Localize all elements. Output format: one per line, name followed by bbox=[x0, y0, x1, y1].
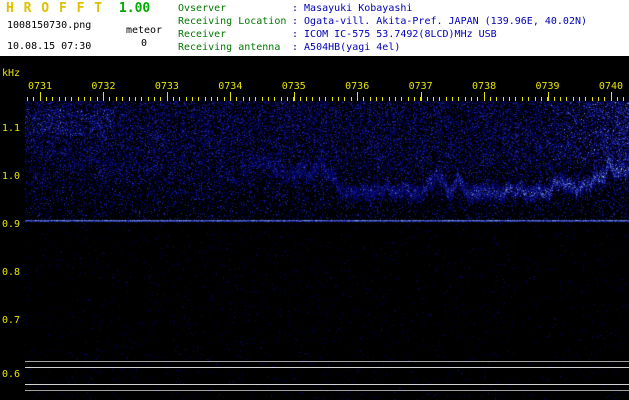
freq-tick-label: 1.1 bbox=[2, 123, 21, 134]
hrofft-screen: H R O F F T 1.00 1008150730.png meteor 0… bbox=[0, 0, 629, 400]
info-value: : ICOM IC-575 53.7492(8LCD)MHz USB bbox=[292, 29, 497, 40]
record-timestamp: 10.08.15 07:30 bbox=[7, 41, 92, 52]
info-row-antenna: Receiving antenna : A504HB(yagi 4el) bbox=[178, 41, 587, 54]
spectrogram-canvas bbox=[0, 56, 629, 400]
level-baseline bbox=[25, 361, 629, 362]
meteor-counter-label: meteor bbox=[125, 25, 163, 36]
app-logo: H R O F F T 1.00 bbox=[6, 1, 150, 16]
level-baseline bbox=[25, 384, 629, 385]
freq-tick-label: 0.9 bbox=[2, 219, 21, 230]
level-baseline bbox=[25, 367, 629, 368]
header-bar: H R O F F T 1.00 1008150730.png meteor 0… bbox=[0, 0, 629, 56]
output-filename: 1008150730.png bbox=[7, 20, 92, 31]
app-version: 1.00 bbox=[118, 1, 151, 16]
info-value: : Ogata-vill. Akita-Pref. JAPAN (139.96E… bbox=[292, 16, 588, 27]
info-value: : A504HB(yagi 4el) bbox=[292, 42, 401, 53]
freq-tick-label: 0.6 bbox=[2, 369, 21, 380]
freq-tick-label: 0.8 bbox=[2, 267, 21, 278]
info-row-observer: Ovserver : Masayuki Kobayashi bbox=[178, 2, 587, 15]
app-title: H R O F F T bbox=[6, 1, 104, 16]
level-baseline bbox=[25, 390, 629, 391]
freq-tick-label: 1.0 bbox=[2, 171, 21, 182]
info-label: Receiving Location bbox=[178, 16, 287, 27]
info-label: Receiver bbox=[178, 29, 227, 40]
station-info: Ovserver : Masayuki Kobayashi Receiving L… bbox=[178, 2, 587, 54]
meteor-counter-value: 0 bbox=[140, 38, 148, 49]
freq-tick-label: 0.7 bbox=[2, 315, 21, 326]
spectrogram-plot: kHz 1.1 1.0 0.9 0.8 0.7 0.6 0731 0732 07… bbox=[0, 56, 629, 400]
time-tick-marks bbox=[0, 56, 629, 106]
info-row-receiver: Receiver : ICOM IC-575 53.7492(8LCD)MHz U… bbox=[178, 28, 587, 41]
info-row-location: Receiving Location : Ogata-vill. Akita-Pr… bbox=[178, 15, 587, 28]
info-label: Receiving antenna bbox=[178, 42, 281, 53]
info-value: : Masayuki Kobayashi bbox=[292, 3, 413, 14]
info-label: Ovserver bbox=[178, 3, 227, 14]
